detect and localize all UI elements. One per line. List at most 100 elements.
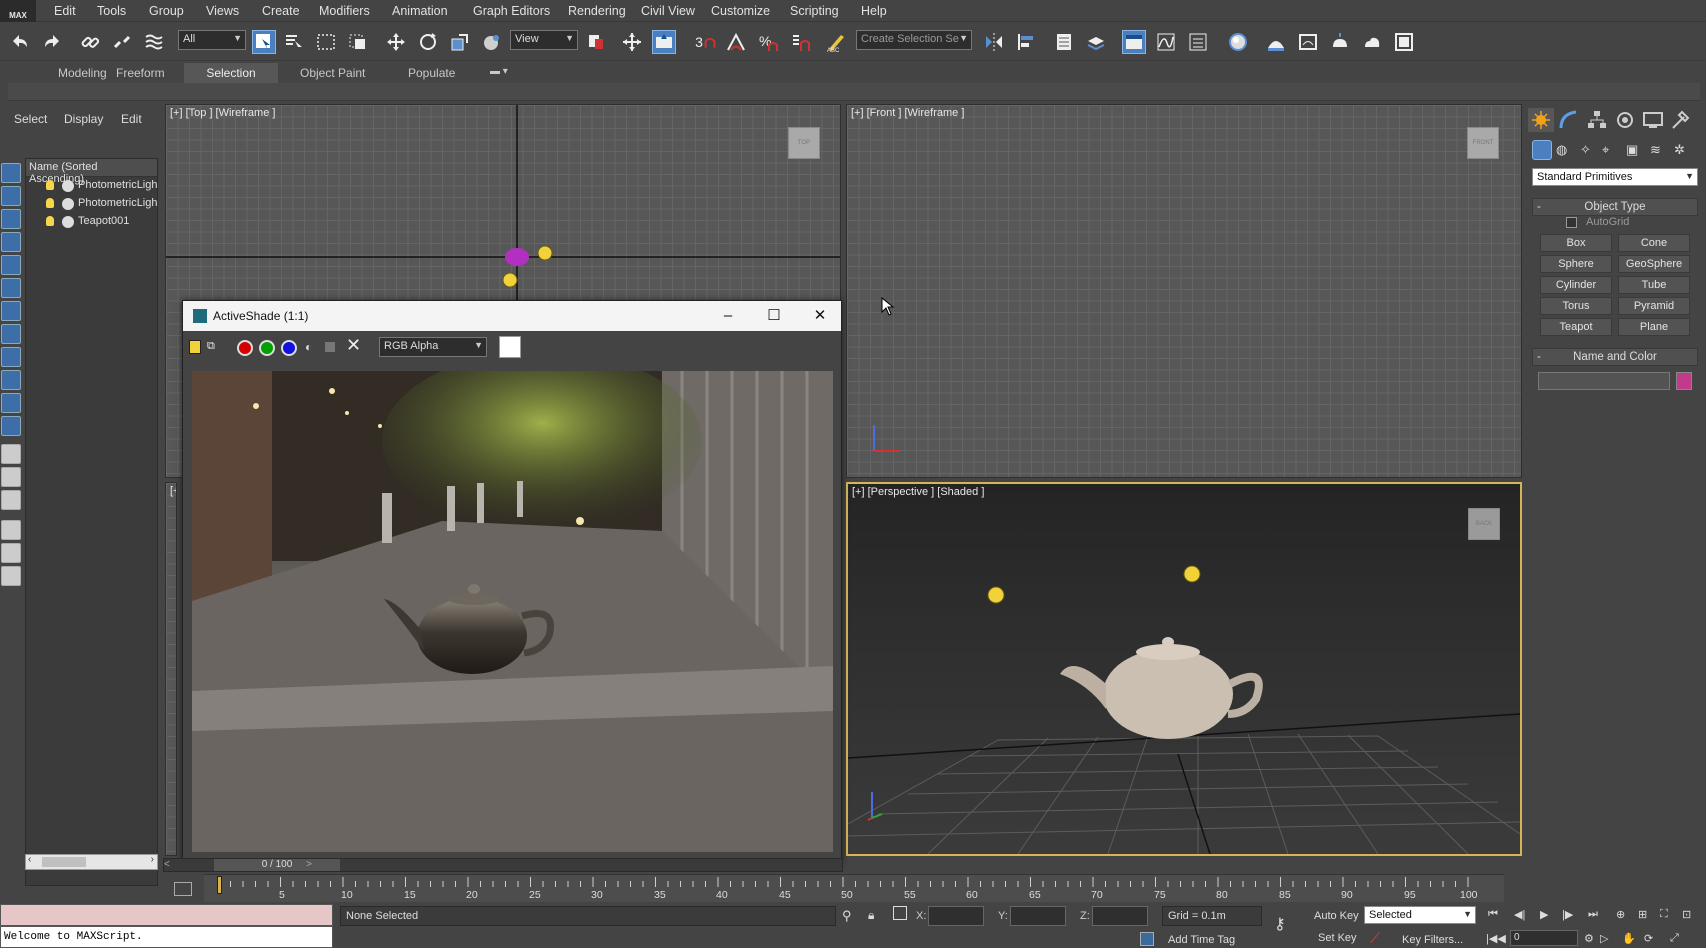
scene-explorer-tab-select[interactable]: Select [14, 112, 47, 126]
menu-animation[interactable]: Animation [392, 4, 448, 18]
modify-panel-icon[interactable] [1556, 108, 1582, 132]
scroll-left-icon[interactable]: ‹ [28, 854, 31, 865]
time-slider-prev-icon[interactable]: < [164, 859, 170, 870]
scene-explorer-scrollbar[interactable]: ‹ › [25, 854, 158, 870]
pivot-center-icon[interactable] [584, 30, 608, 54]
previous-frame-icon[interactable]: ◀| [1514, 908, 1525, 921]
object-category-dropdown[interactable]: Standard Primitives ▼ [1532, 168, 1698, 186]
maximize-viewport-icon[interactable]: ⤢ [1670, 932, 1679, 945]
display-helpers-icon[interactable] [1, 255, 21, 275]
ref-coord-dropdown[interactable]: View ▼ [510, 30, 578, 50]
scene-explorer-column-header[interactable]: Name (Sorted Ascending) [26, 159, 157, 185]
autogrid-checkbox[interactable] [1566, 217, 1577, 228]
go-to-start-icon[interactable]: ⏮ [1488, 908, 1498, 921]
zoom-extents-icon[interactable]: ⛶ [1660, 908, 1668, 921]
field-of-view-icon[interactable]: ▷ [1600, 932, 1608, 945]
play-icon[interactable]: ▶ [1540, 908, 1548, 921]
toggle-scene-explorer-icon[interactable] [1052, 30, 1076, 54]
align-icon[interactable] [1014, 30, 1038, 54]
select-object-icon[interactable] [252, 30, 276, 54]
mini-curve-editor-icon[interactable] [174, 882, 192, 896]
edit-named-selections-icon[interactable]: ABC [824, 30, 848, 54]
select-by-name-icon[interactable] [282, 30, 306, 54]
box-button[interactable]: Box [1540, 234, 1612, 252]
save-image-icon[interactable] [189, 340, 201, 354]
teapot-wireframe[interactable] [505, 248, 529, 266]
list-item[interactable]: PhotometricLigh [26, 195, 157, 213]
unlink-icon[interactable] [110, 30, 134, 54]
select-manipulate-icon[interactable] [620, 30, 644, 54]
time-slider-thumb[interactable]: 0 / 100 [214, 859, 340, 871]
space-warps-category-icon[interactable]: ≋ [1650, 142, 1661, 158]
viewport-left[interactable]: [+ [165, 482, 177, 856]
schematic-view-icon[interactable] [1186, 30, 1210, 54]
rotate-icon[interactable] [416, 30, 440, 54]
menu-graph-editors[interactable]: Graph Editors [473, 4, 550, 18]
window-crossing-icon[interactable] [346, 30, 370, 54]
lights-category-icon[interactable]: ✧ [1580, 142, 1591, 158]
viewcube[interactable]: FRONT [1467, 127, 1499, 159]
zoom-extents-all-icon[interactable]: ⊡ [1682, 908, 1691, 921]
time-tag-icon[interactable] [1140, 932, 1154, 946]
menu-help[interactable]: Help [861, 4, 887, 18]
orbit-icon[interactable]: ⟳ [1644, 932, 1653, 945]
cone-button[interactable]: Cone [1618, 234, 1690, 252]
snaps-toggle-icon[interactable]: 3 [692, 30, 720, 54]
z-coordinate-field[interactable] [1092, 906, 1148, 926]
add-time-tag-button[interactable]: Add Time Tag [1168, 934, 1235, 946]
toggle-ribbon-icon[interactable] [1122, 30, 1146, 54]
object-color-swatch[interactable] [1676, 372, 1692, 390]
display-space-warps-icon[interactable] [1, 278, 21, 298]
viewport-label[interactable]: [+] [Front ] [Wireframe ] [851, 107, 964, 119]
maximize-icon[interactable]: ☐ [763, 305, 785, 327]
menu-scripting[interactable]: Scripting [790, 4, 839, 18]
tab-freeform[interactable]: Freeform [108, 63, 173, 83]
rect-selection-region-icon[interactable] [314, 30, 338, 54]
create-panel-icon[interactable] [1528, 108, 1554, 132]
display-cameras-icon[interactable] [1, 232, 21, 252]
toggle-layer-explorer-icon[interactable] [1084, 30, 1108, 54]
time-slider[interactable]: < 0 / 100 > [163, 858, 843, 872]
rollout-name-and-color[interactable]: - Name and Color [1532, 348, 1698, 366]
menu-group[interactable]: Group [149, 4, 184, 18]
auto-key-button[interactable]: Auto Key [1314, 910, 1359, 922]
tube-button[interactable]: Tube [1618, 276, 1690, 294]
viewport-front[interactable]: [+] [Front ] [Wireframe ] FRONT [846, 104, 1522, 478]
link-icon[interactable] [78, 30, 102, 54]
next-frame-icon[interactable]: |▶ [1562, 908, 1573, 921]
scroll-right-icon[interactable]: › [151, 854, 154, 865]
curve-editor-icon[interactable] [1154, 30, 1178, 54]
teapot-button[interactable]: Teapot [1540, 318, 1612, 336]
hierarchy-icon[interactable] [1, 566, 21, 586]
close-icon[interactable]: ✕ [809, 305, 831, 327]
render-in-cloud-icon[interactable] [1360, 30, 1384, 54]
selection-filter-dropdown[interactable]: All ▼ [178, 30, 246, 50]
bind-space-warp-icon[interactable] [142, 30, 166, 54]
display-all-icon[interactable] [1, 444, 21, 464]
systems-category-icon[interactable]: ✲ [1674, 142, 1685, 158]
zoom-icon[interactable]: ⊕ [1616, 908, 1625, 921]
redo-icon[interactable] [40, 30, 64, 54]
rendered-frame-window-icon[interactable] [1296, 30, 1320, 54]
key-mode-dropdown[interactable]: Selected ▼ [1364, 906, 1476, 924]
display-invert-icon[interactable] [1, 490, 21, 510]
render-production-icon[interactable] [1328, 30, 1352, 54]
activeshade-titlebar[interactable]: ActiveShade (1:1) – ☐ ✕ [183, 301, 841, 331]
plane-button[interactable]: Plane [1618, 318, 1690, 336]
pyramid-button[interactable]: Pyramid [1618, 297, 1690, 315]
spinner-snap-icon[interactable] [788, 30, 812, 54]
tab-selection[interactable]: Selection [184, 63, 278, 83]
helpers-category-icon[interactable]: ▣ [1626, 142, 1638, 158]
isolate-selection-icon[interactable]: ⚲ [842, 908, 852, 924]
scrollbar-thumb[interactable] [42, 857, 86, 867]
maxscript-listener-output[interactable]: Welcome to MAXScript. [0, 926, 333, 948]
viewport-label[interactable]: [+ [170, 485, 176, 497]
a360-gallery-icon[interactable] [1392, 30, 1416, 54]
tab-populate[interactable]: Populate [400, 63, 463, 83]
geometry-category-icon[interactable] [1532, 140, 1552, 160]
mirror-icon[interactable] [982, 30, 1006, 54]
menu-tools[interactable]: Tools [97, 4, 126, 18]
display-shapes-icon[interactable] [1, 186, 21, 206]
key-mode-toggle-icon[interactable]: |◀◀ [1486, 932, 1506, 945]
scene-explorer-tab-display[interactable]: Display [64, 112, 103, 126]
